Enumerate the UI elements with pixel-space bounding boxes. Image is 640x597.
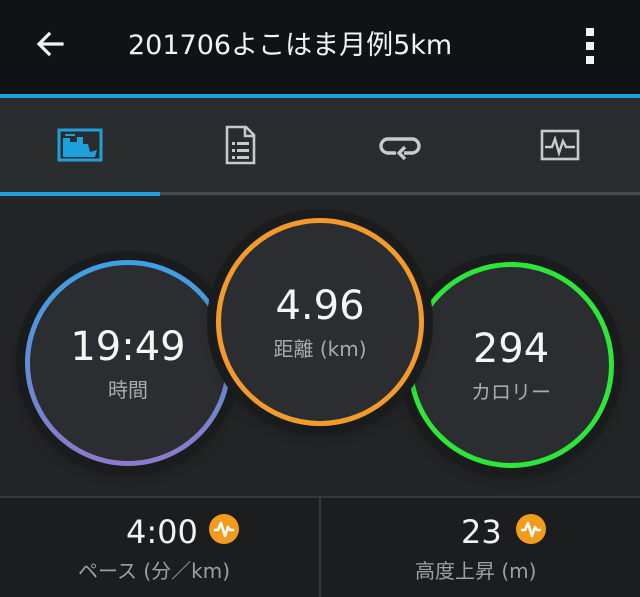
tab-laps[interactable] [320,98,480,192]
app-bar: 201706よこはま月例5km [0,0,640,94]
calories-label: カロリー [471,380,551,404]
details-icon [225,125,256,165]
pace-label: ペース (分／km) [78,559,231,583]
tab-bar [0,98,640,196]
summary-icon [57,128,103,162]
laps-icon [379,137,421,161]
elevation-label: 高度上昇 (m) [415,559,537,583]
tab-summary[interactable] [0,98,160,192]
overflow-menu-button[interactable] [570,22,610,70]
elevation-cell: 23 高度上昇 (m) [321,498,639,597]
distance-value: 4.96 [275,283,365,329]
bottom-metrics: 4:00 ペース (分／km) 23 高度上昇 (m) [0,496,640,597]
calories-ring: 294 カロリー [408,262,614,468]
time-label: 時間 [108,378,148,402]
distance-label: 距離 (km) [273,337,367,361]
distance-ring: 4.96 距離 (km) [216,218,424,426]
time-ring: 19:49 時間 [25,260,231,466]
time-value: 19:49 [70,324,186,370]
arrow-left-icon [36,31,64,57]
calories-value: 294 [472,326,550,372]
heart-rate-badge-icon [516,514,546,544]
chart-icon [540,129,580,161]
back-button[interactable] [28,22,72,66]
pace-value: 4:00 [126,513,198,551]
more-vertical-icon [586,28,594,64]
elevation-value: 23 [461,513,502,551]
tab-details[interactable] [160,98,320,192]
pace-cell: 4:00 ペース (分／km) [0,498,318,597]
heart-rate-badge-icon [209,514,239,544]
tab-charts[interactable] [480,98,640,192]
page-title: 201706よこはま月例5km [128,30,453,61]
